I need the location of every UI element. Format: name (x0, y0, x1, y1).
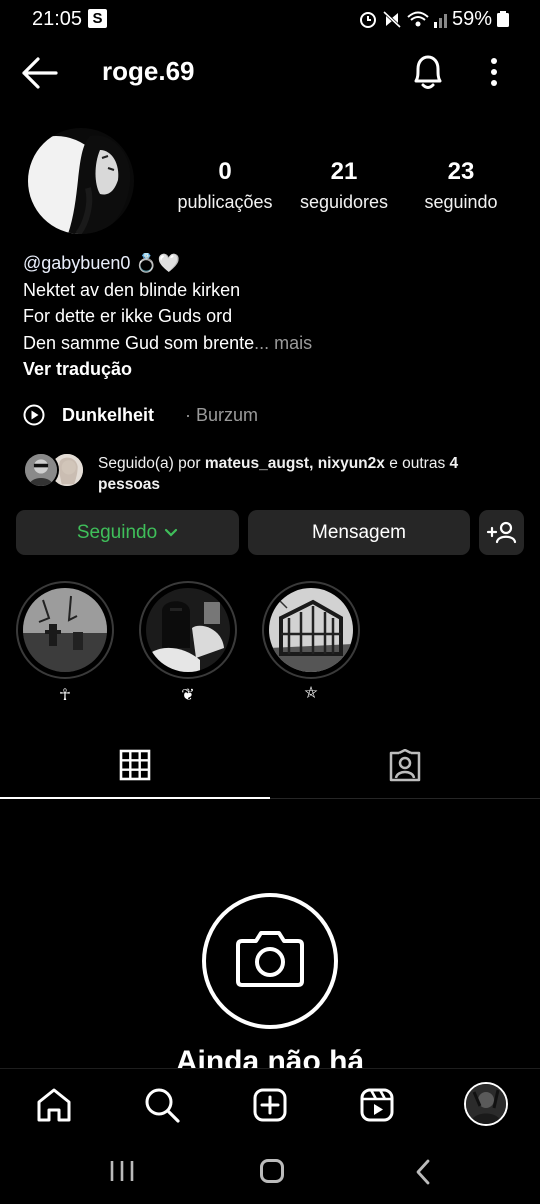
add-person-button[interactable] (479, 510, 524, 555)
tab-posts-grid[interactable] (0, 735, 270, 799)
grid-icon (119, 749, 151, 781)
highlight-label: ❦ (181, 687, 195, 704)
profile-username: roge.69 (102, 56, 195, 86)
followed-by-text: Seguido(a) por mateus_augst, nixyun2x e … (98, 453, 498, 495)
highlight-3[interactable] (262, 581, 360, 679)
bio-mention[interactable]: @gabybuen0 💍🤍 (23, 250, 523, 277)
system-home-icon[interactable] (260, 1159, 284, 1183)
avatar-image (466, 1084, 506, 1124)
message-button[interactable]: Mensagem (248, 510, 470, 555)
profile-avatar[interactable] (28, 128, 134, 234)
bell-icon[interactable] (410, 52, 446, 92)
avatar-image (28, 128, 134, 234)
stat-followers-label: seguidores (299, 192, 389, 212)
arrow-left-icon[interactable] (20, 56, 60, 90)
status-icons (360, 10, 447, 29)
reels-icon[interactable] (357, 1085, 397, 1125)
followed-by[interactable]: Seguido(a) por mateus_augst, nixyun2x e … (23, 452, 523, 494)
profile-avatar-nav[interactable] (464, 1082, 508, 1126)
home-icon[interactable] (34, 1085, 74, 1125)
recents-icon[interactable] (108, 1159, 136, 1183)
add-icon[interactable] (250, 1085, 290, 1125)
following-button[interactable]: Seguindo (16, 510, 239, 555)
see-translation-link[interactable]: Ver tradução (23, 356, 523, 383)
highlight-image (23, 588, 107, 672)
following-label: Seguindo (76, 522, 158, 543)
highlight-2[interactable] (139, 581, 237, 679)
bio-more-link[interactable]: mais (269, 333, 312, 353)
bio-line-truncated: Den samme Gud som brente... mais (23, 330, 523, 357)
bottom-nav (0, 1068, 540, 1140)
followed-by-prefix: Seguido(a) por (98, 455, 205, 472)
stat-posts[interactable]: 0 publicações (170, 158, 280, 213)
stat-following-label: seguindo (424, 192, 498, 212)
stat-posts-value: 0 (218, 158, 232, 185)
stat-following[interactable]: 23 seguindo (414, 158, 508, 213)
music-song-title: Dunkelheit (62, 405, 155, 425)
bio-ellipsis: ... (254, 332, 270, 353)
empty-state-camera (202, 893, 338, 1029)
mutual-avatar (23, 452, 59, 488)
stat-following-value: 23 (447, 158, 475, 185)
profile-header: roge.69 (0, 40, 540, 106)
stat-posts-label: publicações (177, 192, 273, 212)
bio-line: Den samme Gud som brente (23, 332, 255, 353)
battery-icon (497, 11, 509, 27)
highlight-cover (269, 588, 353, 672)
status-bar: 21:05 S 59% (0, 0, 540, 38)
highlight-1[interactable] (16, 581, 114, 679)
highlight-image (146, 588, 230, 672)
highlight-image (269, 588, 353, 672)
highlight-label: ⛤ (304, 685, 318, 702)
followed-by-names: mateus_augst, nixyun2x (204, 455, 385, 472)
person-add-icon (486, 521, 517, 544)
system-back-icon[interactable] (414, 1158, 432, 1186)
bio-line: Nektet av den blinde kirken (23, 279, 241, 300)
music-artist: · Burzum (185, 405, 259, 425)
chevron-down-icon (165, 528, 178, 537)
camera-icon (236, 931, 304, 987)
tab-tagged[interactable] (270, 735, 540, 799)
status-time: 21:05 (32, 8, 83, 30)
highlight-cover (146, 588, 230, 672)
highlight-label: ☥ (59, 687, 71, 704)
avatar-image (25, 454, 57, 486)
profile-bio: @gabybuen0 💍🤍 Nektet av den blinde kirke… (23, 250, 523, 383)
stat-followers-value: 21 (330, 158, 358, 185)
highlight-cover (23, 588, 107, 672)
followed-by-middle: e outras (384, 455, 450, 472)
bio-line: For dette er ikke Guds ord (23, 306, 233, 326)
kebab-icon[interactable] (486, 54, 502, 90)
profile-music[interactable]: Dunkelheit · Burzum (23, 402, 423, 430)
system-navigation (0, 1140, 540, 1204)
play-circle-icon (23, 404, 45, 426)
status-app-badge: S (88, 9, 107, 28)
stat-followers[interactable]: 21 seguidores (292, 158, 396, 213)
battery-percent: 59% (452, 8, 493, 30)
search-icon[interactable] (142, 1085, 182, 1125)
tagged-icon (389, 749, 421, 782)
message-label: Mensagem (312, 522, 406, 543)
